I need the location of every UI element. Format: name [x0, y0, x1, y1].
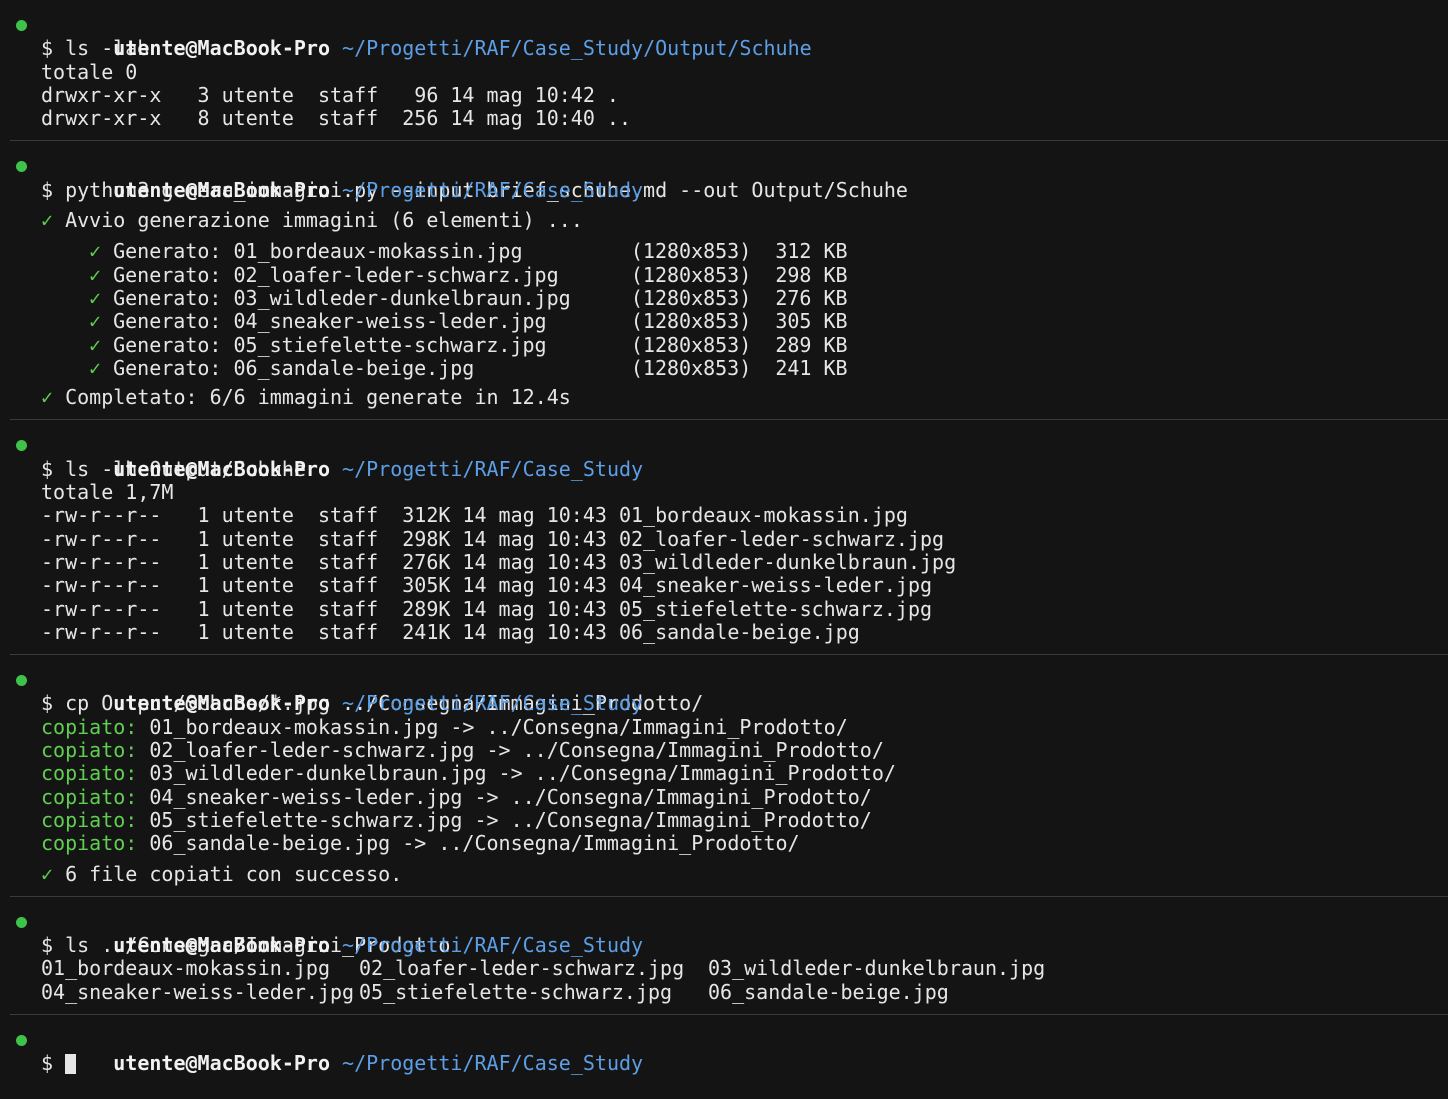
file-entry: 06_sandale-beige.jpg [708, 979, 949, 1004]
generated-text: Generato: 03_wildleder-dunkelbraun.jpg (… [113, 285, 848, 310]
file-entry: 02_loafer-leder-schwarz.jpg [359, 956, 685, 981]
generated-text: Generato: 05_stiefelette-schwarz.jpg (12… [113, 332, 848, 357]
prompt-line: utente@MacBook-Pro ~/Progetti/RAF/Case_S… [0, 669, 1448, 715]
file-entry: 03_wildleder-dunkelbraun.jpg [708, 956, 1046, 981]
copied-label: copiato: [41, 761, 138, 786]
prompt-user: utente@MacBook-Pro [113, 933, 330, 958]
output-line: -rw-r--r-- 1 utente staff 312K 14 mag 10… [41, 503, 908, 528]
output-line: totale 1,7M [41, 480, 174, 505]
copied-line: copiato: 05_stiefelette-schwarz.jpg -> .… [0, 807, 1448, 832]
status-dot-icon [16, 675, 27, 687]
file-grid-row: 04_sneaker-weiss-leder.jpg 05_stiefelette… [0, 979, 1448, 1004]
prompt-line: utente@MacBook-Pro ~/Progetti/RAF/Case_S… [0, 155, 1448, 201]
prompt-path: ~/Progetti/RAF/Case_Study/Output/Schuhe [342, 36, 812, 61]
generated-text: Generato: 06_sandale-beige.jpg (1280x853… [113, 355, 848, 380]
status-line: ✓ Completato: 6/6 immagini generate in 1… [0, 386, 1448, 409]
copied-text: 03_wildleder-dunkelbraun.jpg -> ../Conse… [137, 761, 896, 786]
copied-line: copiato: 02_loafer-leder-schwarz.jpg -> … [0, 738, 1448, 763]
prompt-user: utente@MacBook-Pro [113, 177, 330, 202]
copied-label: copiato: [41, 831, 138, 856]
command-block-ls-lh: utente@MacBook-Pro ~/Progetti/RAF/Case_S… [0, 434, 1448, 654]
block-separator [10, 1013, 1448, 1015]
prompt-line: utente@MacBook-Pro ~/Progetti/RAF/Case_S… [0, 911, 1448, 957]
status-text: Completato: 6/6 immagini generate in 12.… [65, 385, 571, 410]
checkmark-icon: ✓ [89, 332, 102, 357]
prompt-path: ~/Progetti/RAF/Case_Study [342, 933, 644, 958]
copied-line: copiato: 06_sandale-beige.jpg -> ../Cons… [0, 832, 1448, 855]
status-dot-icon [16, 161, 27, 173]
output-line: drwxr-xr-x 3 utente staff 96 14 mag 10:4… [41, 82, 619, 107]
command-block-genera-immagini: utente@MacBook-Pro ~/Progetti/RAF/Case_S… [0, 155, 1448, 419]
copied-text: 06_sandale-beige.jpg -> ../Consegna/Imma… [137, 831, 800, 856]
checkmark-icon: ✓ [41, 385, 54, 410]
generated-text: Generato: 04_sneaker-weiss-leder.jpg (12… [113, 309, 848, 334]
prompt-path: ~/Progetti/RAF/Case_Study [342, 177, 644, 202]
block-separator [10, 895, 1448, 897]
generated-text: Generato: 02_loafer-leder-schwarz.jpg (1… [113, 262, 848, 287]
prompt-user: utente@MacBook-Pro [113, 1051, 330, 1076]
generated-text: Generato: 01_bordeaux-mokassin.jpg (1280… [113, 239, 848, 264]
copied-label: copiato: [41, 784, 138, 809]
copied-text: 01_bordeaux-mokassin.jpg -> ../Consegna/… [137, 714, 848, 739]
command-block-cp: utente@MacBook-Pro ~/Progetti/RAF/Case_S… [0, 669, 1448, 896]
generated-item: ✓ Generato: 04_sneaker-weiss-leder.jpg (… [0, 310, 1448, 333]
output-line: -rw-r--r-- 1 utente staff 276K 14 mag 10… [41, 549, 957, 574]
prompt-path: ~/Progetti/RAF/Case_Study [342, 456, 644, 481]
status-line: ✓ 6 file copiati con successo. [0, 861, 1448, 886]
output-line: -rw-r--r-- 1 utente staff 289K 14 mag 10… [41, 596, 933, 621]
block-separator [10, 654, 1448, 656]
status-text: Avvio generazione immagini (6 elementi) … [65, 208, 583, 233]
copied-text: 02_loafer-leder-schwarz.jpg -> ../Conseg… [137, 738, 884, 763]
copied-label: copiato: [41, 738, 138, 763]
block-separator [10, 419, 1448, 421]
generated-item: ✓ Generato: 05_stiefelette-schwarz.jpg (… [0, 332, 1448, 357]
copied-label: copiato: [41, 807, 138, 832]
checkmark-icon: ✓ [89, 309, 102, 334]
output-line: drwxr-xr-x 8 utente staff 256 14 mag 10:… [41, 106, 632, 131]
checkmark-icon: ✓ [89, 262, 102, 287]
status-line: ✓ Avvio generazione immagini (6 elementi… [0, 208, 1448, 233]
output-line: -rw-r--r-- 1 utente staff 241K 14 mag 10… [41, 619, 860, 644]
status-dot-icon [16, 916, 27, 928]
checkmark-icon: ✓ [89, 355, 102, 380]
copied-line: copiato: 01_bordeaux-mokassin.jpg -> ../… [0, 714, 1448, 739]
command-block-ls-consegna: utente@MacBook-Pro ~/Progetti/RAF/Case_S… [0, 911, 1448, 1014]
output-line: -rw-r--r-- 1 utente staff 305K 14 mag 10… [41, 573, 933, 598]
terminal-window[interactable]: utente@MacBook-Pro ~/Progetti/RAF/Case_S… [0, 0, 1448, 1086]
command-block-ls-lah: utente@MacBook-Pro ~/Progetti/RAF/Case_S… [0, 14, 1448, 140]
copied-line: copiato: 03_wildleder-dunkelbraun.jpg ->… [0, 762, 1448, 785]
generated-item: ✓ Generato: 01_bordeaux-mokassin.jpg (12… [0, 240, 1448, 263]
output-line: -rw-r--r-- 1 utente staff 298K 14 mag 10… [41, 526, 945, 551]
generated-item: ✓ Generato: 02_loafer-leder-schwarz.jpg … [0, 262, 1448, 287]
generated-item: ✓ Generato: 03_wildleder-dunkelbraun.jpg… [0, 285, 1448, 310]
status-dot-icon [16, 1034, 27, 1046]
prompt-user: utente@MacBook-Pro [113, 36, 330, 61]
prompt-user: utente@MacBook-Pro [113, 456, 330, 481]
checkmark-icon: ✓ [89, 239, 102, 264]
file-entry: 05_stiefelette-schwarz.jpg [359, 979, 673, 1004]
status-dot-icon [16, 440, 27, 452]
prompt-path: ~/Progetti/RAF/Case_Study [342, 691, 644, 716]
prompt-line: utente@MacBook-Pro ~/Progetti/RAF/Case_S… [0, 1029, 1448, 1075]
file-grid-row: 01_bordeaux-mokassin.jpg 02_loafer-leder-… [0, 956, 1448, 981]
prompt-user: utente@MacBook-Pro [113, 691, 330, 716]
prompt-line: utente@MacBook-Pro ~/Progetti/RAF/Case_S… [0, 434, 1448, 480]
copied-line: copiato: 04_sneaker-weiss-leder.jpg -> .… [0, 784, 1448, 809]
status-text: 6 file copiati con successo. [65, 861, 403, 886]
checkmark-icon: ✓ [89, 285, 102, 310]
output-line: totale 0 [41, 59, 138, 84]
checkmark-icon: ✓ [41, 861, 54, 886]
file-entry: 04_sneaker-weiss-leder.jpg [41, 979, 355, 1004]
copied-text: 05_stiefelette-schwarz.jpg -> ../Consegn… [137, 807, 872, 832]
copied-text: 04_sneaker-weiss-leder.jpg -> ../Consegn… [137, 784, 872, 809]
status-dot-icon [16, 20, 27, 31]
prompt-line: utente@MacBook-Pro ~/Progetti/RAF/Case_S… [0, 14, 1448, 60]
command-block-current[interactable]: utente@MacBook-Pro ~/Progetti/RAF/Case_S… [0, 1029, 1448, 1086]
block-separator [10, 140, 1448, 142]
generated-item: ✓ Generato: 06_sandale-beige.jpg (1280x8… [0, 355, 1448, 380]
prompt-path: ~/Progetti/RAF/Case_Study [342, 1051, 644, 1076]
